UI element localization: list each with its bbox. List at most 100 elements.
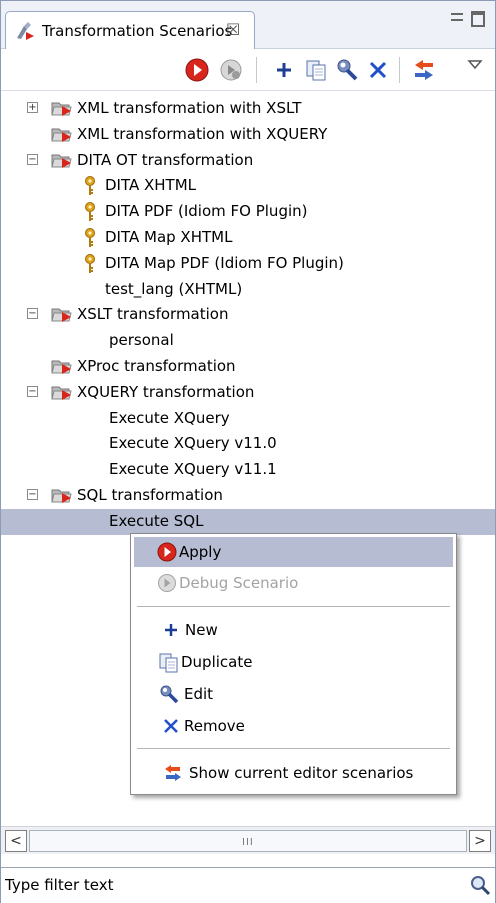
tree-item-label: test_lang (XHTML) bbox=[105, 279, 243, 298]
transformation-scenarios-icon bbox=[17, 22, 34, 40]
tree-item-label: DITA OT transformation bbox=[77, 150, 254, 169]
tree-item-label: DITA Map PDF (Idiom FO Plugin) bbox=[105, 253, 344, 272]
tree-item-label: personal bbox=[109, 331, 174, 350]
tree-item-label: XML transformation with XQUERY bbox=[77, 124, 328, 143]
menu-separator bbox=[137, 748, 450, 749]
tree-item-label: DITA Map XHTML bbox=[105, 228, 233, 246]
menu-item-edit[interactable]: Edit bbox=[134, 679, 453, 709]
tree-item[interactable]: personal bbox=[1, 328, 495, 354]
tree-item[interactable]: − SQL transformation bbox=[1, 483, 495, 509]
filter-input[interactable] bbox=[5, 872, 465, 898]
menu-item-label: Show current editor scenarios bbox=[189, 764, 414, 782]
edit-icon[interactable] bbox=[335, 57, 361, 83]
menu-item-label: Apply bbox=[179, 543, 222, 561]
menu-item-label: Remove bbox=[184, 717, 245, 735]
tab-transformation-scenarios[interactable]: Transformation Scenarios ☒ bbox=[5, 11, 255, 49]
show-current-editor-icon bbox=[165, 765, 181, 781]
tree-item-label: XSLT transformation bbox=[77, 305, 229, 324]
tree-item[interactable]: Execute XQuery v11.0 bbox=[1, 431, 495, 457]
menu-item-remove[interactable]: Remove bbox=[134, 711, 453, 741]
menu-item-label: New bbox=[185, 621, 218, 639]
menu-item-show-current-editor-scenarios[interactable]: Show current editor scenarios bbox=[134, 758, 453, 788]
expand-icon[interactable]: + bbox=[27, 102, 38, 113]
tree-item-label: Execute XQuery v11.0 bbox=[109, 434, 277, 453]
tree-item-label: XQUERY transformation bbox=[77, 382, 255, 401]
view-title: Transformation Scenarios bbox=[42, 22, 233, 40]
tree-item[interactable]: DITA XHTML bbox=[1, 173, 495, 199]
tree-item[interactable]: + XML transformation with XSLT bbox=[1, 96, 495, 122]
tree-item[interactable]: Execute XQuery v11.1 bbox=[1, 457, 495, 483]
remove-icon bbox=[164, 719, 178, 733]
menu-item-apply[interactable]: Apply bbox=[134, 537, 453, 567]
folder-icon bbox=[51, 102, 72, 116]
menu-item-debug-scenario: Debug Scenario bbox=[134, 568, 453, 598]
tree-item[interactable]: XML transformation with XQUERY bbox=[1, 122, 495, 148]
horizontal-scrollbar[interactable]: < III > bbox=[1, 826, 495, 854]
key-icon bbox=[85, 202, 95, 222]
minimize-icon[interactable] bbox=[451, 13, 463, 21]
tree-item-label: DITA XHTML bbox=[105, 176, 197, 195]
close-icon[interactable]: ☒ bbox=[226, 20, 240, 39]
toolbar-separator bbox=[399, 57, 400, 83]
menu-item-label: Edit bbox=[184, 685, 214, 703]
key-icon bbox=[85, 176, 95, 196]
duplicate-icon[interactable] bbox=[303, 57, 329, 83]
tree-item-label: XML transformation with XSLT bbox=[77, 99, 302, 117]
collapse-icon[interactable]: − bbox=[27, 385, 38, 397]
menu-item-duplicate[interactable]: Duplicate bbox=[134, 647, 453, 677]
tree-item-label: Execute XQuery bbox=[109, 408, 230, 427]
tree-item[interactable]: Execute XQuery bbox=[1, 406, 495, 432]
folder-icon bbox=[51, 360, 72, 374]
tree-item-label: DITA PDF (Idiom FO Plugin) bbox=[105, 202, 308, 221]
view-toolbar bbox=[1, 49, 495, 91]
view-menu-icon[interactable] bbox=[465, 57, 485, 83]
view-title-bar: Transformation Scenarios ☒ bbox=[1, 1, 495, 49]
tree-item-label: XProc transformation bbox=[77, 357, 236, 375]
apply-icon bbox=[157, 542, 177, 562]
scrollbar-thumb[interactable]: III bbox=[29, 830, 467, 852]
context-menu: Apply Debug Scenario New Duplicate Edit … bbox=[130, 533, 457, 795]
tree-item[interactable]: − XSLT transformation bbox=[1, 302, 495, 328]
menu-separator bbox=[137, 606, 450, 607]
toolbar-separator bbox=[256, 57, 257, 83]
tree-item[interactable]: DITA Map PDF (Idiom FO Plugin) bbox=[1, 251, 495, 277]
collapse-icon[interactable]: − bbox=[27, 153, 38, 165]
apply-icon[interactable] bbox=[184, 57, 210, 83]
collapse-icon[interactable]: − bbox=[27, 308, 38, 320]
tree-item-label: Execute SQL bbox=[109, 511, 204, 530]
menu-item-new[interactable]: New bbox=[134, 615, 453, 645]
debug-icon bbox=[158, 574, 176, 592]
transformation-scenarios-view: Transformation Scenarios ☒ + XML transfo… bbox=[0, 0, 496, 903]
tree-item[interactable]: DITA PDF (Idiom FO Plugin) bbox=[1, 199, 495, 225]
debug-icon[interactable] bbox=[218, 57, 244, 83]
tree-item[interactable]: Execute SQL bbox=[1, 508, 495, 535]
scrollbar-grip: III bbox=[242, 837, 254, 848]
key-icon bbox=[85, 228, 95, 247]
show-current-editor-icon[interactable] bbox=[411, 57, 437, 83]
filter-bar bbox=[1, 867, 495, 903]
search-icon[interactable] bbox=[469, 874, 491, 896]
tree-item-label: SQL transformation bbox=[77, 486, 223, 504]
new-icon[interactable] bbox=[271, 57, 297, 83]
tree-item[interactable]: test_lang (XHTML) bbox=[1, 277, 495, 303]
key-icon bbox=[85, 253, 95, 273]
folder-icon bbox=[51, 386, 72, 400]
tree-item[interactable]: DITA Map XHTML bbox=[1, 225, 495, 251]
new-icon bbox=[165, 624, 177, 636]
tree-item[interactable]: − XQUERY transformation bbox=[1, 380, 495, 406]
menu-item-label: Duplicate bbox=[181, 653, 253, 671]
remove-icon[interactable] bbox=[365, 57, 391, 83]
tree-item[interactable]: − DITA OT transformation bbox=[1, 148, 495, 174]
menu-item-label: Debug Scenario bbox=[179, 574, 299, 592]
scroll-left-button[interactable]: < bbox=[5, 830, 27, 852]
edit-icon bbox=[160, 685, 179, 704]
collapse-icon[interactable]: − bbox=[27, 489, 38, 500]
folder-icon bbox=[51, 308, 72, 323]
scroll-right-button[interactable]: > bbox=[469, 830, 491, 852]
folder-icon bbox=[51, 489, 72, 503]
folder-icon bbox=[51, 154, 72, 168]
maximize-icon[interactable] bbox=[471, 11, 485, 27]
tree-item-label: Execute XQuery v11.1 bbox=[109, 460, 277, 479]
tree-item[interactable]: XProc transformation bbox=[1, 354, 495, 380]
duplicate-icon bbox=[159, 653, 178, 673]
